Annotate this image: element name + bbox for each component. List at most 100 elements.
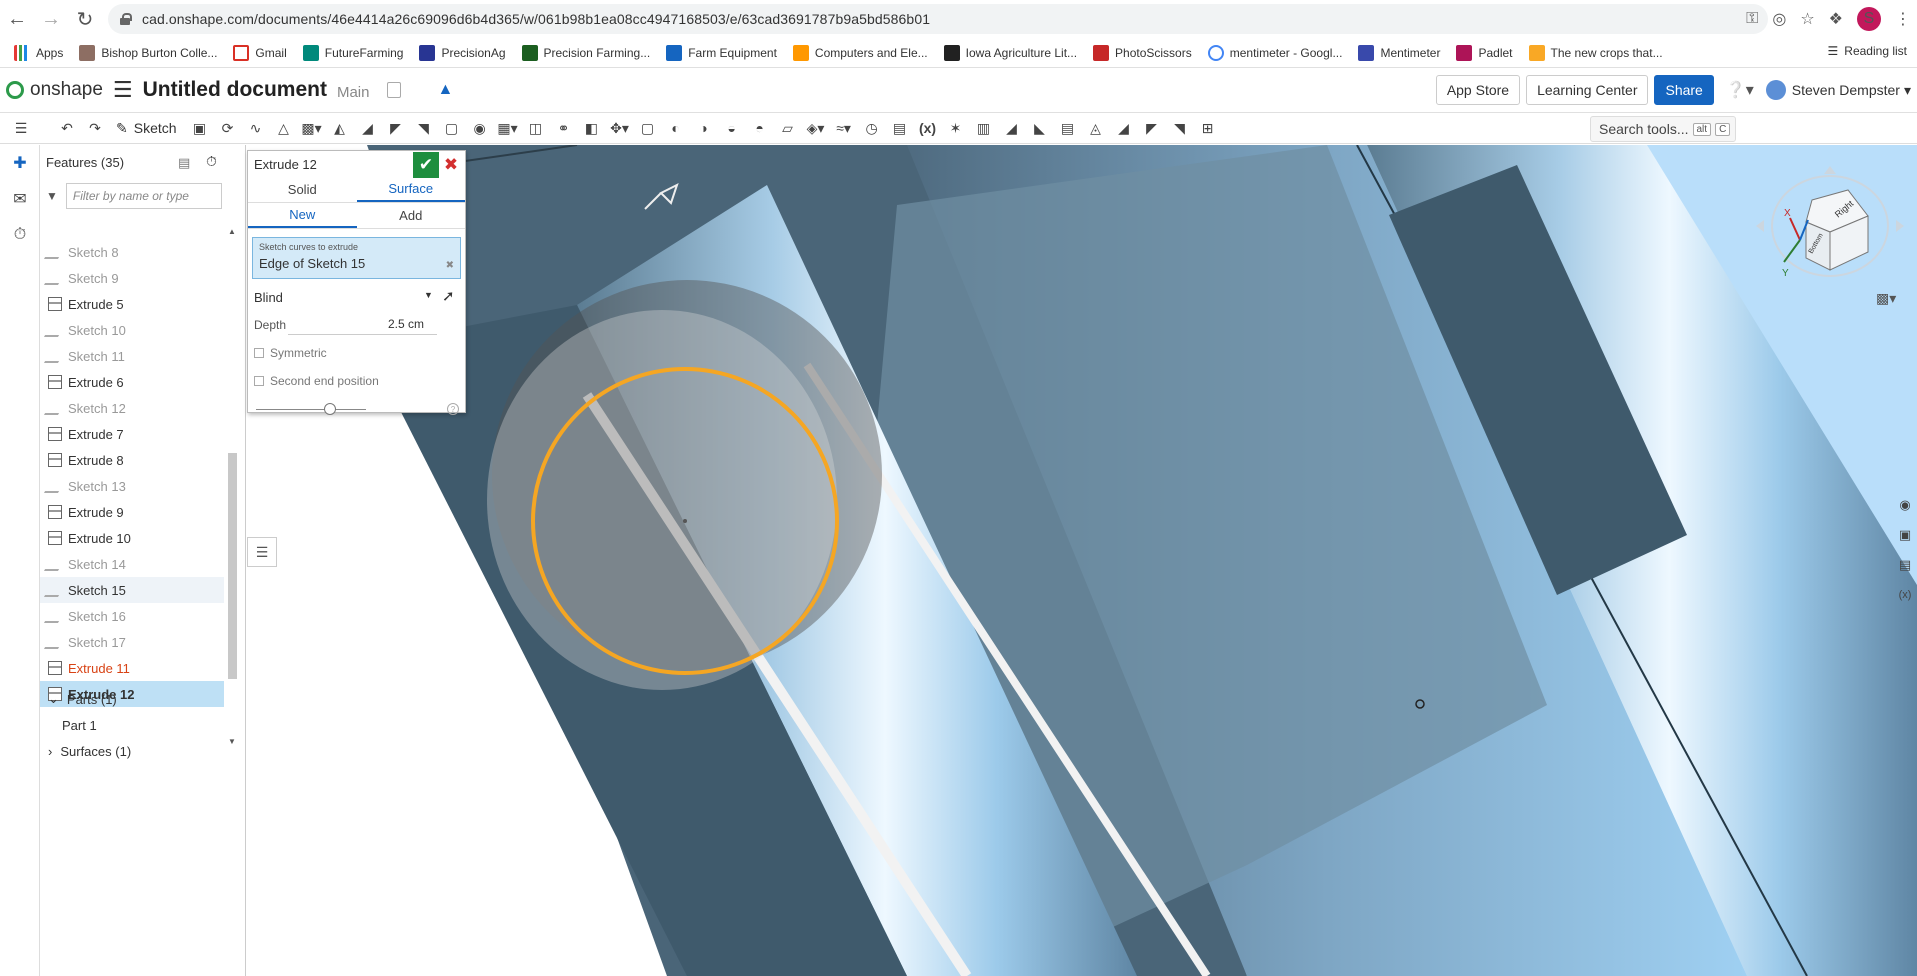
tab-solid[interactable]: Solid	[248, 177, 357, 202]
reading-list[interactable]: ☰ Reading list	[1828, 44, 1907, 58]
extrude-icon[interactable]: ▣	[187, 115, 213, 141]
sketch-button[interactable]: ✎ Sketch	[116, 120, 177, 137]
end-type-select[interactable]: Blind ▼ ➚	[248, 283, 465, 311]
feature-item[interactable]: Extrude 9	[40, 499, 224, 525]
feature-item[interactable]: Extrude 7	[40, 421, 224, 447]
section-icon[interactable]: ▤	[887, 115, 913, 141]
key-icon[interactable]: ⚿	[1746, 10, 1758, 28]
search-tools-input[interactable]: Search tools... alt C	[1590, 116, 1736, 142]
scroll-thumb[interactable]	[228, 453, 237, 679]
help-icon[interactable]: ?	[447, 403, 459, 415]
learning-center-button[interactable]: Learning Center	[1526, 75, 1649, 105]
tab-new[interactable]: New	[248, 203, 357, 228]
add-folder-icon[interactable]: ▤	[178, 155, 190, 171]
feature-item[interactable]: Sketch 11	[40, 343, 224, 369]
bookmark-item[interactable]: The new crops that...	[1528, 44, 1663, 61]
rollback-timer-icon[interactable]: ⏱	[206, 153, 217, 170]
boolean-icon[interactable]: ⚭	[551, 115, 577, 141]
pattern-icon[interactable]: ▦▾	[495, 115, 521, 141]
fillet-icon[interactable]: ◭	[327, 115, 353, 141]
rotate-left-arrow-icon[interactable]	[1756, 220, 1764, 232]
variable-icon[interactable]: (x)	[915, 115, 941, 141]
bookmark-item[interactable]: Iowa Agriculture Lit...	[943, 44, 1077, 61]
document-title[interactable]: Untitled document	[143, 78, 327, 102]
feature-item[interactable]: Extrude 8	[40, 447, 224, 473]
tab-surface[interactable]: Surface	[356, 177, 465, 202]
bookmark-item[interactable]: PrecisionAg	[419, 44, 506, 61]
parts-group[interactable]: ⌄ Parts (1)	[40, 686, 246, 712]
filter-input[interactable]: Filter by name or type	[65, 183, 222, 209]
history-icon[interactable]: ⏱	[0, 217, 40, 253]
star-icon[interactable]: ☆	[1800, 9, 1814, 29]
onshape-logo[interactable]: onshape	[6, 79, 103, 101]
mirror-icon[interactable]: ◫	[523, 115, 549, 141]
feature-item[interactable]: Extrude 6	[40, 369, 224, 395]
loft-icon[interactable]: △	[271, 115, 297, 141]
feature-item[interactable]: Extrude 10	[40, 525, 224, 551]
share-button[interactable]: Share	[1654, 75, 1714, 105]
clear-selection-icon[interactable]: ✖	[446, 260, 454, 271]
extensions-icon[interactable]: ❖	[1829, 9, 1843, 29]
eye-off-icon[interactable]: ◎	[1772, 9, 1786, 29]
feature-item[interactable]: Sketch 13	[40, 473, 224, 499]
profile-avatar[interactable]: S	[1857, 7, 1881, 31]
bookmark-item[interactable]: Gmail	[233, 44, 287, 61]
feature-item[interactable]: Sketch 12	[40, 395, 224, 421]
feature-item[interactable]: Sketch 14	[40, 551, 224, 577]
filter-icon[interactable]: ▼	[46, 189, 58, 203]
rib-icon[interactable]: ◥	[411, 115, 437, 141]
frame-icon[interactable]: ◤	[1139, 115, 1165, 141]
accept-button[interactable]: ✔	[413, 152, 439, 178]
split-icon[interactable]: ◧	[579, 115, 605, 141]
sheet-metal-icon[interactable]: ▥	[971, 115, 997, 141]
mass-properties-icon[interactable]: ▤	[1893, 550, 1917, 580]
second-end-checkbox[interactable]	[254, 376, 264, 386]
bookmark-item[interactable]: FutureFarming	[302, 44, 403, 61]
selection-field[interactable]: Sketch curves to extrude Edge of Sketch …	[252, 237, 461, 279]
help-icon[interactable]: ❔▾	[1726, 80, 1754, 100]
measure-icon[interactable]: ◷	[859, 115, 885, 141]
forward-icon[interactable]: →	[34, 2, 68, 36]
menu-icon[interactable]: ☰	[113, 77, 133, 103]
feature-item[interactable]: Extrude 11	[40, 655, 224, 681]
replace-face-icon[interactable]: ◓	[747, 115, 773, 141]
scroll-up-icon[interactable]: ▲	[228, 227, 236, 236]
bookmark-item[interactable]: mentimeter - Googl...	[1207, 44, 1342, 61]
bookmark-item[interactable]: PhotoScissors	[1093, 44, 1192, 61]
app-store-button[interactable]: App Store	[1435, 75, 1521, 105]
preview-slider-track[interactable]	[256, 409, 366, 410]
feature-item[interactable]: Sketch 9	[40, 265, 224, 291]
bookmark-item[interactable]: Padlet	[1456, 44, 1513, 61]
graphics-viewport[interactable]	[247, 145, 1917, 976]
url-omnibox[interactable]: cad.onshape.com/documents/46e4414a26c690…	[108, 4, 1768, 34]
view-cube[interactable]: X Y Right Bottom ▩▾	[1750, 160, 1910, 310]
part-item[interactable]: Part 1	[40, 712, 246, 738]
versions-icon[interactable]	[387, 82, 402, 98]
user-menu[interactable]: Steven Dempster ▾	[1765, 80, 1911, 100]
feature-list-icon[interactable]: ☰	[8, 115, 34, 141]
comment-icon[interactable]: ✉	[0, 181, 40, 217]
modify-fillet-icon[interactable]: ◐	[663, 115, 689, 141]
configurations-icon[interactable]: ▣	[1893, 520, 1917, 550]
shell-icon[interactable]: ▢	[439, 115, 465, 141]
bookmark-item[interactable]: Precision Farming...	[521, 44, 650, 61]
gusset-icon[interactable]: ◥	[1167, 115, 1193, 141]
bookmark-item[interactable]: Menti­meter	[1358, 44, 1440, 61]
bend-icon[interactable]: ◬	[1083, 115, 1109, 141]
insert-icon[interactable]: ✚	[0, 145, 40, 181]
fs-icon[interactable]: ✶	[943, 115, 969, 141]
back-icon[interactable]: ←	[0, 2, 34, 36]
symmetric-row[interactable]: Symmetric	[248, 339, 465, 367]
bookmark-item[interactable]: Bishop Burton Colle...	[79, 44, 217, 61]
feature-item[interactable]: Sketch 10	[40, 317, 224, 343]
delete-part-icon[interactable]: ▢	[635, 115, 661, 141]
symmetric-checkbox[interactable]	[254, 348, 264, 358]
feature-item[interactable]	[40, 227, 224, 239]
delete-face-icon[interactable]: ◑	[691, 115, 717, 141]
appearance-icon[interactable]: ◉	[1893, 490, 1917, 520]
feature-item[interactable]: Sketch 17	[40, 629, 224, 655]
feature-item[interactable]: Sketch 15	[40, 577, 224, 603]
redo-icon[interactable]: ↷	[82, 115, 108, 141]
bookmark-item[interactable]: Farm Equipment	[666, 44, 777, 61]
transform-icon[interactable]: ✥▾	[607, 115, 633, 141]
